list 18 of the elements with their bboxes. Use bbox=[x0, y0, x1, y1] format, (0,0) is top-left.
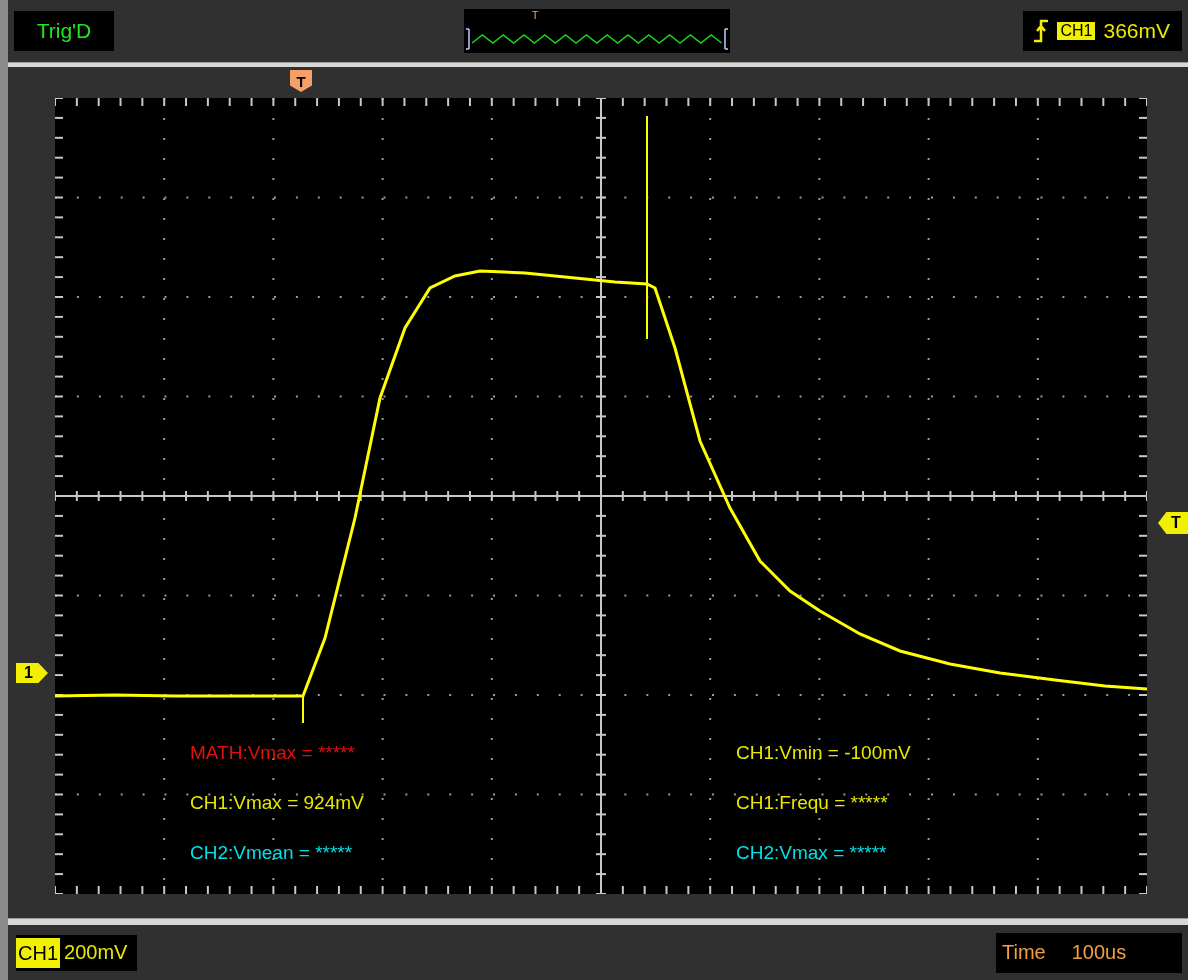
measurement-readout: MATH:Vmax = ***** bbox=[190, 742, 356, 764]
trigger-position-marker[interactable]: T bbox=[290, 70, 312, 92]
trigger-level-marker[interactable]: T bbox=[1158, 512, 1188, 534]
measurement-readout: CH1:Vmax = 924mV bbox=[190, 792, 365, 814]
channel-tag: CH1 bbox=[1057, 22, 1096, 40]
time-label: Time bbox=[1002, 941, 1046, 964]
channel-tag: CH1 bbox=[16, 937, 60, 968]
trigger-status: Trig'D bbox=[14, 11, 114, 51]
measurement-readout: CH2:Vmax = ***** bbox=[736, 842, 888, 864]
measurement-readout: CH1:Frequ = ***** bbox=[736, 792, 889, 814]
time-per-division: 100us bbox=[1071, 941, 1127, 964]
channel-ground-marker[interactable]: 1 bbox=[16, 663, 48, 683]
volts-per-division: 200mV bbox=[64, 941, 128, 964]
measurement-readout: CH1:Vmin = -100mV bbox=[736, 742, 912, 764]
trigger-level: 366mV bbox=[1103, 19, 1170, 43]
trigger-mark: T bbox=[531, 9, 539, 21]
rising-edge-icon bbox=[1033, 19, 1050, 43]
measurement-readout: CH2:Vmean = ***** bbox=[190, 842, 354, 864]
